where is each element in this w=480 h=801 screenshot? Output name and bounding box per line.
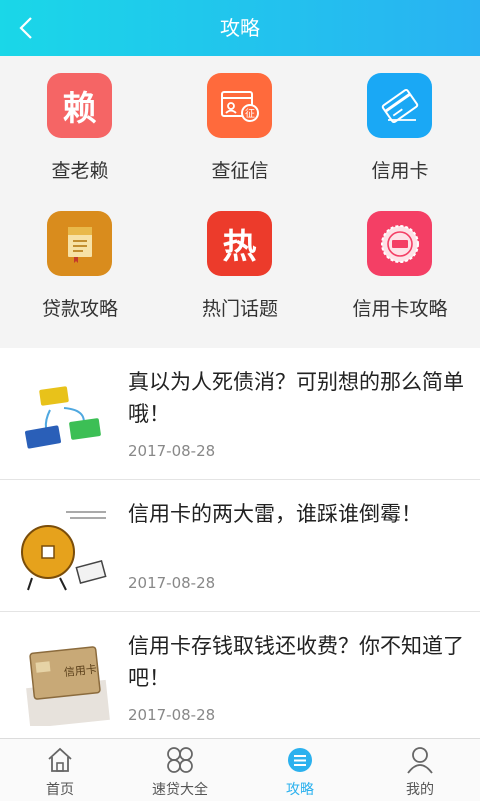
shortcut-grid: 赖 查老赖 征 查征信 信用卡 贷款攻略 热 热门话题 信用卡攻略 — [0, 56, 480, 348]
grid-item-lai[interactable]: 赖 查老赖 — [0, 56, 160, 192]
article-thumbnail — [21, 511, 107, 591]
hot-topic-icon: 热 — [207, 211, 272, 276]
list-item[interactable]: 信用卡的两大雷，谁踩谁倒霉！ 2017-08-28 — [0, 480, 480, 612]
article-title: 信用卡存钱取钱还收费？你不知道了吧！ — [128, 634, 464, 690]
tab-home[interactable]: 首页 — [0, 739, 120, 801]
home-icon — [48, 747, 72, 772]
grid-item-label: 查征信 — [211, 160, 269, 182]
tab-guide[interactable]: 攻略 — [240, 739, 360, 801]
list-item[interactable]: 真以为人死债消？可别想的那么简单哦！ 2017-08-28 — [0, 348, 480, 480]
loan-guide-icon — [47, 211, 112, 276]
grid-item-hot-topic[interactable]: 热 热门话题 — [160, 194, 320, 330]
page-title: 攻略 — [220, 16, 260, 40]
card-guide-badge-icon — [367, 211, 432, 276]
grid-item-label: 热门话题 — [201, 298, 278, 320]
grid-item-card-guide[interactable]: 信用卡攻略 — [320, 194, 480, 330]
list-item[interactable]: 信用卡 信用卡存钱取钱还收费？你不知道了吧！ 2017-08-28 — [0, 612, 480, 744]
grid-item-label: 信用卡攻略 — [352, 298, 448, 320]
article-date: 2017-08-28 — [128, 574, 216, 592]
clover-icon — [167, 747, 193, 773]
grid-item-credit-report[interactable]: 征 查征信 — [160, 56, 320, 192]
guide-icon — [288, 748, 312, 772]
user-icon — [407, 747, 433, 774]
article-date: 2017-08-28 — [128, 706, 216, 724]
grid-item-credit-card[interactable]: 信用卡 — [320, 56, 480, 192]
credit-report-icon: 征 — [207, 73, 272, 138]
grid-item-label: 贷款攻略 — [41, 298, 118, 320]
tab-profile[interactable]: 我的 — [360, 739, 480, 801]
article-thumbnail: 信用卡 — [26, 646, 110, 726]
article-title: 信用卡的两大雷，谁踩谁倒霉！ — [128, 502, 422, 526]
tab-label: 我的 — [406, 782, 434, 798]
article-date: 2017-08-28 — [128, 442, 216, 460]
credit-card-icon — [367, 73, 432, 138]
article-thumbnail — [25, 386, 101, 449]
tab-label: 攻略 — [286, 782, 314, 798]
grid-item-label: 查老赖 — [51, 160, 109, 182]
header-bar: 攻略 — [0, 0, 480, 56]
bottom-tab-bar: 首页 速贷大全 攻略 我的 — [0, 738, 480, 801]
tab-label: 首页 — [46, 782, 74, 798]
grid-item-loan-guide[interactable]: 贷款攻略 — [0, 194, 160, 330]
grid-item-label: 信用卡 — [371, 160, 429, 182]
lai-icon: 赖 — [47, 73, 112, 138]
svg-text:征: 征 — [245, 108, 255, 120]
tab-loans[interactable]: 速贷大全 — [120, 739, 240, 801]
article-title: 真以为人死债消？可别想的那么简单哦！ — [128, 370, 464, 426]
tab-label: 速贷大全 — [152, 782, 208, 798]
